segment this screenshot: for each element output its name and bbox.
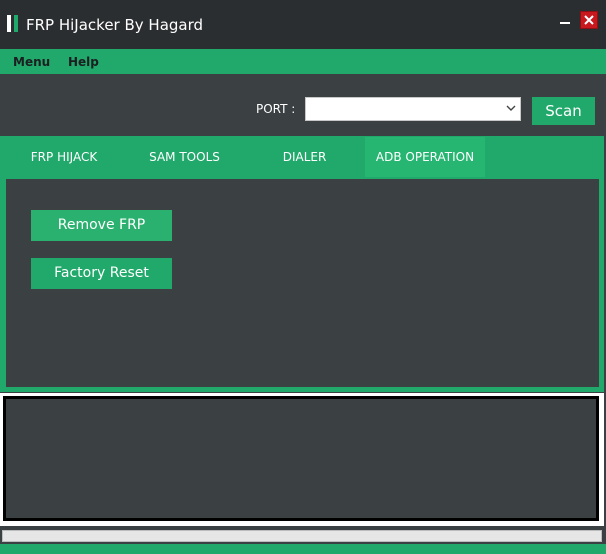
tab-frp-hijack[interactable]: FRP HIJACK <box>17 137 111 177</box>
scan-button[interactable]: Scan <box>532 97 595 125</box>
app-window: FRP HiJacker By Hagard Menu Help PORT : … <box>0 0 606 554</box>
title-bar[interactable]: FRP HiJacker By Hagard <box>0 0 606 49</box>
minimize-button[interactable] <box>558 12 572 26</box>
menu-item-menu[interactable]: Menu <box>13 54 50 70</box>
factory-reset-button[interactable]: Factory Reset <box>31 258 172 289</box>
app-logo-icon <box>7 15 18 32</box>
tab-dialer[interactable]: DIALER <box>257 137 352 177</box>
status-strip <box>0 544 606 554</box>
close-icon <box>584 15 594 25</box>
tab-adb-operation[interactable]: ADB OPERATION <box>365 137 485 177</box>
tab-sam-tools[interactable]: SAM TOOLS <box>137 137 232 177</box>
progress-bar <box>2 530 602 542</box>
port-label: PORT : <box>256 102 296 116</box>
chevron-down-icon <box>506 105 516 111</box>
port-dropdown[interactable] <box>305 97 521 121</box>
remove-frp-button[interactable]: Remove FRP <box>31 210 172 241</box>
window-title: FRP HiJacker By Hagard <box>26 16 204 34</box>
log-panel <box>0 393 604 526</box>
menu-item-help[interactable]: Help <box>68 54 99 70</box>
menu-bar: Menu Help <box>0 49 606 74</box>
tab-control: FRP HIJACK SAM TOOLS DIALER ADB OPERATIO… <box>0 136 604 392</box>
close-button[interactable] <box>580 11 598 29</box>
tab-content-adb-operation: Remove FRP Factory Reset <box>6 179 599 387</box>
log-output[interactable] <box>6 399 596 518</box>
